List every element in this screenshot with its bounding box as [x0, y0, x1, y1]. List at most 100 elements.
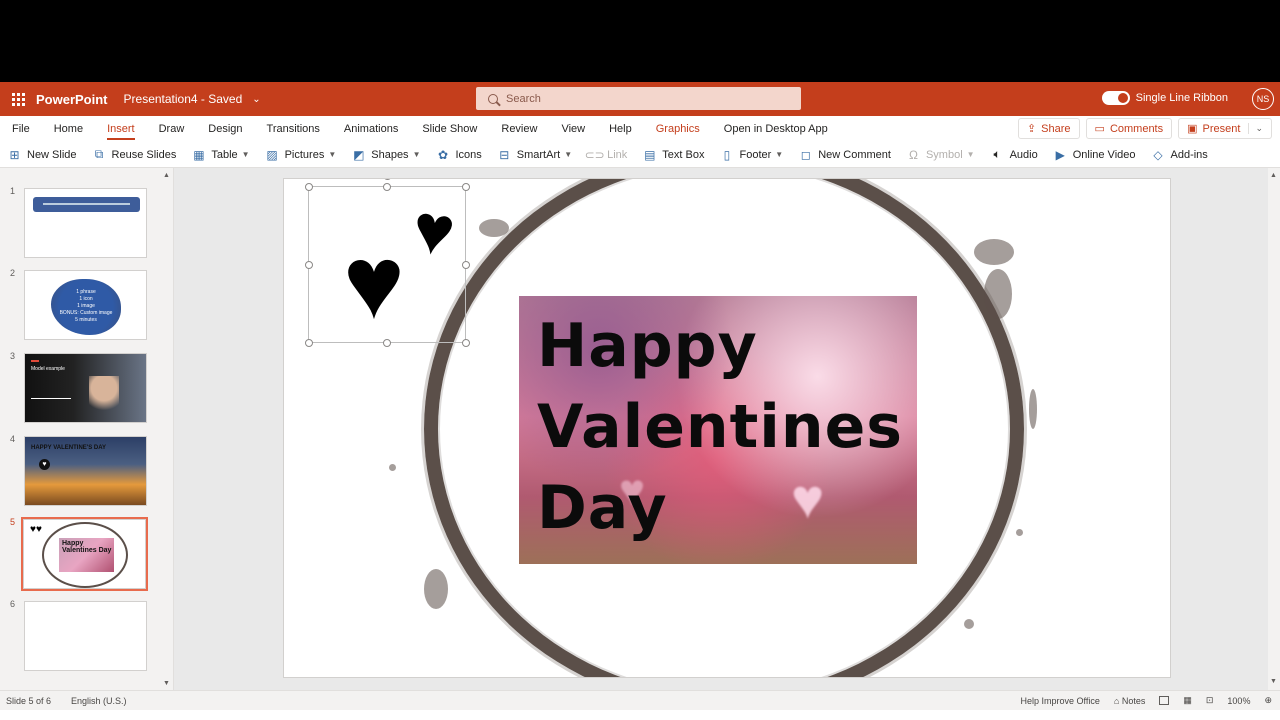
tab-insert[interactable]: Insert — [95, 116, 147, 142]
search-input[interactable]: Search — [476, 87, 801, 110]
smartart-button[interactable]: ⊟ SmartArt ▼ — [498, 148, 572, 162]
ink-splatter — [1016, 529, 1023, 536]
notes-button[interactable]: ⌂ Notes — [1114, 696, 1145, 706]
hearts-selection-box[interactable]: ♥ ♥ ✥ — [305, 179, 470, 347]
rotate-handle[interactable] — [383, 179, 392, 180]
document-title[interactable]: Presentation4 - Saved — [124, 92, 243, 106]
tab-draw[interactable]: Draw — [147, 116, 197, 142]
tab-view[interactable]: View — [549, 116, 597, 142]
slide-thumbnail-pane[interactable]: ▲ 1 2 1 phrase 1 icon 1 image BONUS: Cus… — [0, 168, 174, 690]
tab-home[interactable]: Home — [42, 116, 95, 142]
share-button[interactable]: ⇪ Share — [1017, 118, 1080, 139]
tab-file[interactable]: File — [0, 116, 42, 142]
slide-thumbnail-5[interactable]: ♥♥ Happy Valentines Day — [21, 517, 148, 591]
symbol-button[interactable]: Ω Symbol ▼ — [907, 148, 975, 162]
table-icon: ▦ — [193, 147, 205, 162]
new-slide-button[interactable]: ⊞ New Slide — [8, 148, 76, 162]
shapes-button[interactable]: ◩ Shapes ▼ — [352, 147, 421, 162]
search-placeholder: Search — [506, 92, 541, 105]
avatar[interactable]: NS — [1252, 88, 1274, 110]
chevron-down-icon[interactable]: ⌄ — [252, 94, 260, 105]
chevron-down-icon[interactable]: ⌄ — [1248, 123, 1263, 134]
resize-handle[interactable] — [383, 339, 391, 347]
online-video-label: Online Video — [1072, 148, 1136, 161]
pictures-label: Pictures — [284, 148, 325, 161]
tab-transitions[interactable]: Transitions — [255, 116, 332, 142]
scroll-up-icon[interactable]: ▲ — [1270, 172, 1277, 179]
new-comment-label: New Comment — [818, 148, 891, 161]
toggle-label: Single Line Ribbon — [1135, 92, 1228, 104]
comments-button[interactable]: ▭ Comments — [1085, 118, 1173, 139]
resize-handle[interactable] — [305, 183, 313, 191]
slide-thumbnail-2[interactable]: 1 phrase 1 icon 1 image BONUS: Custom im… — [24, 270, 147, 340]
tab-slide-show[interactable]: Slide Show — [410, 116, 489, 142]
help-improve-office-link[interactable]: Help Improve Office — [1021, 696, 1100, 706]
valentines-image[interactable]: ♥ ♥ Happy Valentines Day — [519, 296, 917, 564]
symbol-label: Symbol — [925, 148, 963, 161]
pictures-button[interactable]: ▨ Pictures ▼ — [266, 148, 336, 162]
fit-to-window-icon[interactable]: ⊕ — [1264, 695, 1272, 706]
add-ins-label: Add-ins — [1170, 148, 1208, 161]
slide-sorter-icon[interactable]: ▦ — [1183, 695, 1192, 706]
resize-handle[interactable] — [305, 339, 313, 347]
zoom-level[interactable]: 100% — [1227, 696, 1250, 706]
tab-animations[interactable]: Animations — [332, 116, 410, 142]
tab-design[interactable]: Design — [196, 116, 254, 142]
online-video-button[interactable]: ▶ Online Video — [1054, 148, 1136, 162]
title-line: Day — [537, 473, 668, 543]
heart-icon[interactable]: ♥ — [343, 231, 405, 335]
slide-title[interactable]: Happy Valentines Day — [537, 306, 903, 549]
thumbnail-text: 5 minutes — [75, 317, 97, 323]
vertical-scrollbar[interactable]: ▲ ▼ — [1268, 168, 1280, 690]
reuse-slides-icon: ⧉ — [94, 147, 104, 161]
share-icon: ⇪ — [1026, 123, 1037, 135]
audio-button[interactable]: 🔈︎ Audio — [991, 147, 1037, 161]
smartart-label: SmartArt — [516, 148, 561, 161]
chevron-down-icon: ▼ — [966, 150, 975, 159]
footer-button[interactable]: ▯ Footer ▼ — [720, 148, 784, 162]
reading-view-icon[interactable]: ⊡ — [1206, 695, 1214, 706]
resize-handle[interactable] — [305, 261, 313, 269]
heart-icon[interactable]: ♥ — [408, 188, 460, 271]
slide-number: 6 — [10, 599, 16, 609]
slide-thumbnail-3[interactable]: Model example — [24, 353, 147, 423]
ink-splatter — [1029, 389, 1037, 429]
language-indicator[interactable]: English (U.S.) — [71, 696, 127, 706]
resize-handle[interactable] — [462, 261, 470, 269]
normal-view-icon[interactable] — [1159, 696, 1170, 705]
shapes-icon: ◩ — [353, 147, 365, 162]
slide-thumbnail-6[interactable] — [24, 601, 147, 671]
open-in-desktop-app-button[interactable]: Open in Desktop App — [712, 116, 840, 142]
tab-help[interactable]: Help — [597, 116, 644, 142]
tab-graphics[interactable]: Graphics — [644, 116, 712, 142]
scroll-up-icon[interactable]: ▲ — [163, 172, 170, 179]
text-box-button[interactable]: ▤ Text Box — [643, 148, 704, 162]
thumbnail-divider — [31, 398, 71, 399]
slide-thumbnail-4[interactable]: HAPPY VALENTINE'S DAY ♥ — [24, 436, 147, 506]
scroll-down-icon[interactable]: ▼ — [163, 680, 170, 687]
resize-handle[interactable] — [383, 183, 391, 191]
link-button[interactable]: ⊂⊃ Link — [585, 148, 628, 162]
shapes-label: Shapes — [371, 148, 409, 161]
single-line-ribbon-toggle[interactable]: Single Line Ribbon — [1101, 91, 1228, 105]
reuse-slides-button[interactable]: ⧉ Reuse Slides — [93, 147, 177, 161]
chevron-down-icon: ▼ — [412, 150, 421, 159]
resize-handle[interactable] — [462, 183, 470, 191]
new-comment-button[interactable]: ◻ New Comment — [799, 148, 891, 162]
icons-button[interactable]: ✿ Icons — [436, 148, 482, 162]
scroll-down-icon[interactable]: ▼ — [1270, 678, 1277, 685]
app-launcher-icon[interactable] — [0, 82, 36, 116]
app-name[interactable]: PowerPoint — [36, 92, 108, 107]
toggle-switch[interactable] — [1101, 91, 1130, 105]
slide-canvas[interactable]: ♥ ♥ Happy Valentines Day ♥ ♥ ✥ — [283, 178, 1171, 678]
table-button[interactable]: ▦ Table ▼ — [192, 147, 249, 162]
resize-handle[interactable] — [462, 339, 470, 347]
add-ins-button[interactable]: ◇ Add-ins — [1152, 148, 1208, 162]
tab-review[interactable]: Review — [489, 116, 549, 142]
present-button[interactable]: ▣ Present ⌄ — [1178, 118, 1272, 139]
table-label: Table — [211, 148, 238, 161]
reuse-slides-label: Reuse Slides — [111, 148, 177, 161]
slide-number: 5 — [10, 517, 16, 527]
slide-thumbnail-1[interactable] — [24, 188, 147, 258]
slide-thumbnail-row: 3 Model example — [0, 351, 160, 423]
